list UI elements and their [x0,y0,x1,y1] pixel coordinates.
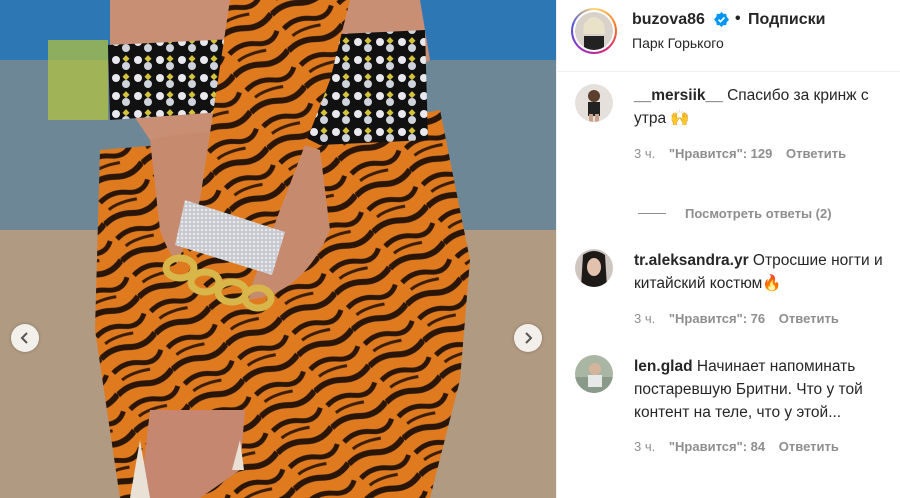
comment-likes[interactable]: "Нравится": 129 [669,146,773,161]
commenter-avatar[interactable] [575,84,613,122]
comment-likes[interactable]: "Нравится": 84 [669,439,765,454]
comment-time[interactable]: 3 ч. [634,311,655,326]
chevron-left-icon [20,332,28,344]
post-location[interactable]: Парк Горького [632,35,724,51]
view-replies-button[interactable]: Посмотреть ответы (2) [638,206,832,221]
following-button[interactable]: Подписки [748,11,825,29]
post-header: buzova86 • Подписки Парк Горького [557,0,900,72]
story-ring[interactable] [571,8,617,54]
avatar[interactable] [575,12,613,50]
comment-likes[interactable]: "Нравится": 76 [669,311,765,326]
comment-username[interactable]: len.glad [634,358,693,375]
previous-photo-button[interactable] [11,324,39,352]
reply-button[interactable]: Ответить [779,311,839,326]
reply-button[interactable]: Ответить [786,146,846,161]
commenter-avatar[interactable] [575,355,613,393]
post-media[interactable] [0,0,556,498]
next-photo-button[interactable] [514,324,542,352]
view-replies-label: Посмотреть ответы (2) [685,206,832,221]
comment-username[interactable]: tr.aleksandra.yr [634,252,749,269]
post-photo [0,0,556,498]
post-author-username[interactable]: buzova86 [632,11,705,29]
verified-badge-icon [714,12,729,27]
comment-time[interactable]: 3 ч. [634,439,655,454]
header-separator: • [735,10,741,27]
reply-button[interactable]: Ответить [779,439,839,454]
commenter-avatar[interactable] [575,249,613,287]
comment-time[interactable]: 3 ч. [634,146,655,161]
replies-divider [638,213,666,214]
comment-username[interactable]: __mersiik__ [634,87,723,104]
comments-panel: buzova86 • Подписки Парк Горького __mers… [556,0,900,498]
chevron-right-icon [525,332,533,344]
